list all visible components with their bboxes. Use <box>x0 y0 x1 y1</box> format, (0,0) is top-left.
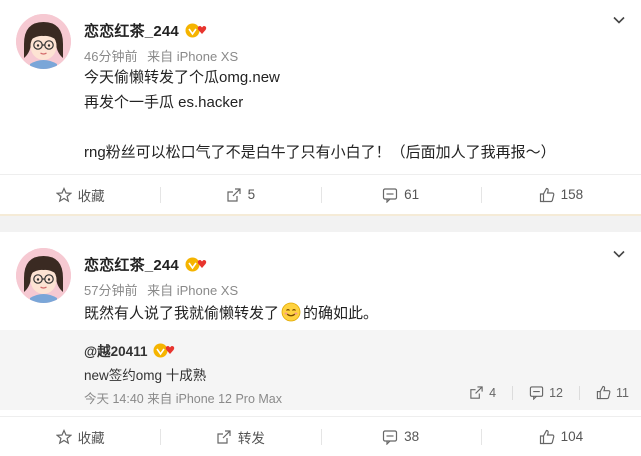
username-row: 恋恋红茶_244 <box>84 254 207 275</box>
username[interactable]: 恋恋红茶_244 <box>84 254 179 275</box>
repost-icon <box>217 429 231 444</box>
post-text: 既然有人说了我就偷懒转发了 的确如此。 <box>84 302 378 325</box>
favorite-label: 收藏 <box>77 430 105 446</box>
vip-badge-icon <box>185 257 207 272</box>
avatar[interactable] <box>16 14 71 69</box>
thumbs-up-icon <box>596 385 611 400</box>
divider <box>579 385 581 400</box>
comment-icon <box>383 429 398 445</box>
action-bar: 收藏 转发 38 104 <box>0 416 641 456</box>
vip-badge-icon <box>185 23 207 38</box>
chevron-down-icon[interactable] <box>611 12 627 28</box>
thumbs-up-icon <box>539 187 554 202</box>
quoted-text: new签约omg 十成熟 <box>84 368 207 383</box>
repost-label: 转发 <box>237 430 265 446</box>
repost-button[interactable]: 转发 <box>160 417 320 456</box>
post-text-line: 再发个一手瓜 es.hacker <box>84 94 244 111</box>
username-row: 恋恋红茶_244 <box>84 20 207 41</box>
weibo-post: 恋恋红茶_244 46分钟前 来自 iPhone XS 今天偷懒转发了个瓜omg… <box>0 0 641 214</box>
divider <box>512 385 514 400</box>
repost-button[interactable]: 5 <box>160 175 320 214</box>
vip-badge-icon <box>153 343 175 358</box>
quoted-meta: 今天 14:40 来自 iPhone 12 Pro Max <box>84 392 283 406</box>
favorite-button[interactable]: 收藏 <box>0 417 160 456</box>
comment-button[interactable]: 38 <box>320 417 481 456</box>
repost-icon <box>227 187 241 202</box>
post-time: 57分钟前 <box>84 283 138 298</box>
avatar-illustration <box>16 248 71 303</box>
username[interactable]: 恋恋红茶_244 <box>84 20 179 41</box>
quoted-stats: 4 12 11 <box>453 385 629 400</box>
quoted-comment-button[interactable]: 12 <box>529 385 563 400</box>
comment-button[interactable]: 61 <box>320 175 481 214</box>
quoted-repost-button[interactable]: 4 <box>469 385 496 400</box>
comment-count: 61 <box>404 187 420 202</box>
like-button[interactable]: 158 <box>480 175 641 214</box>
quoted-user-row: @越20411 <box>84 340 175 360</box>
like-button[interactable]: 104 <box>480 417 641 456</box>
avatar[interactable] <box>16 248 71 303</box>
avatar-illustration <box>16 14 71 69</box>
thumbs-up-icon <box>539 429 554 444</box>
like-count: 104 <box>560 429 584 444</box>
quoted-comment-count: 12 <box>549 385 564 400</box>
post-text-line: rng粉丝可以松口气了不是白牛了只有小白了！（后面加人了我再报～） <box>84 144 556 161</box>
comment-icon <box>529 386 544 400</box>
quoted-like-count: 11 <box>616 385 629 400</box>
quoted-post[interactable]: @越20411 new签约omg 十成熟 今天 14:40 来自 iPhone … <box>0 330 641 410</box>
post-text-after: 的确如此。 <box>303 305 379 322</box>
favorite-button[interactable]: 收藏 <box>0 175 160 214</box>
post-meta: 46分钟前 来自 iPhone XS <box>84 46 238 65</box>
post-meta: 57分钟前 来自 iPhone XS <box>84 280 238 299</box>
quoted-repost-count: 4 <box>489 385 497 400</box>
post-source: 来自 iPhone XS <box>147 49 239 64</box>
repost-count: 5 <box>247 187 256 202</box>
quoted-username[interactable]: @越20411 <box>84 340 147 360</box>
like-count: 158 <box>560 187 584 202</box>
comment-count: 38 <box>404 429 420 444</box>
post-separator <box>0 214 641 232</box>
star-icon <box>55 428 72 444</box>
smile-emoji-icon <box>281 302 301 322</box>
post-source: 来自 iPhone XS <box>147 283 239 298</box>
post-text-before: 既然有人说了我就偷懒转发了 <box>84 305 280 322</box>
comment-icon <box>383 187 398 203</box>
favorite-label: 收藏 <box>77 188 105 204</box>
quoted-like-button[interactable]: 11 <box>596 385 629 400</box>
post-text-line: 今天偷懒转发了个瓜omg.new <box>84 69 280 86</box>
action-bar: 收藏 5 61 158 <box>0 174 641 214</box>
star-icon <box>55 186 72 202</box>
repost-icon <box>470 386 483 399</box>
post-time: 46分钟前 <box>84 49 138 64</box>
weibo-post: 恋恋红茶_244 57分钟前 来自 iPhone XS 既然有人说了我就偷懒转发… <box>0 232 641 456</box>
chevron-down-icon[interactable] <box>611 246 627 262</box>
